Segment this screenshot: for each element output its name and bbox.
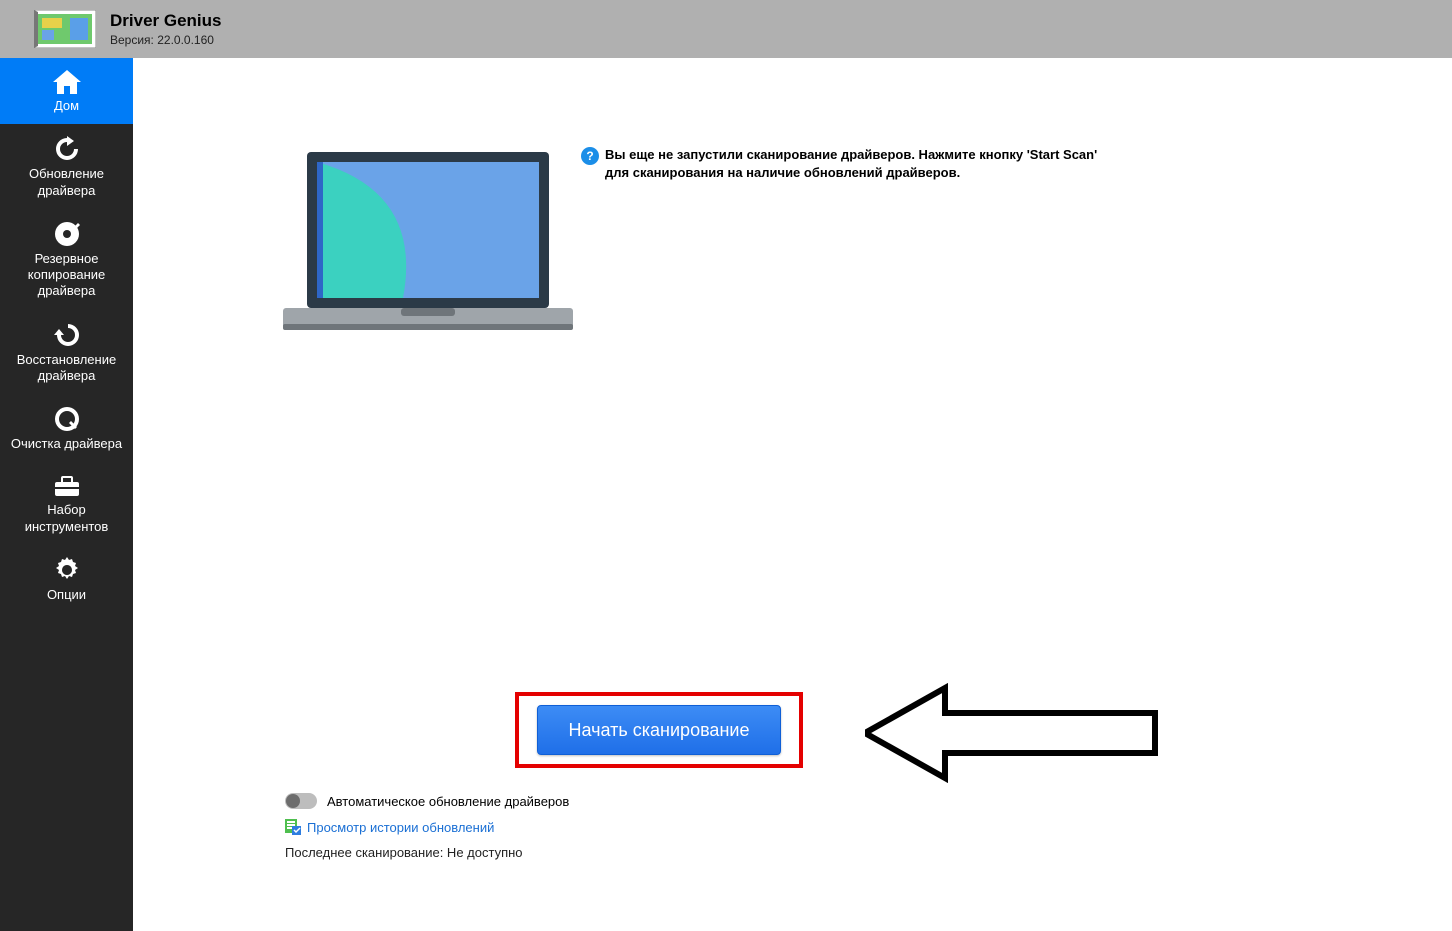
gear-icon (54, 557, 80, 583)
main-content: ? Вы еще не запустили сканирование драйв… (133, 58, 1452, 931)
sidebar-item-restore[interactable]: Восстановление драйвера (0, 310, 133, 395)
start-scan-button[interactable]: Начать сканирование (537, 705, 781, 755)
sidebar-item-options[interactable]: Опции (0, 545, 133, 613)
sidebar-item-label: Опции (4, 587, 129, 603)
toggle-knob (286, 794, 300, 808)
home-icon (53, 70, 81, 94)
sidebar-item-label: Набор инструментов (4, 502, 129, 535)
sidebar-item-home[interactable]: Дом (0, 58, 133, 124)
sidebar-item-backup[interactable]: Резервное копирование драйвера (0, 209, 133, 310)
history-row: Просмотр истории обновлений (285, 819, 569, 835)
history-list-icon (285, 819, 301, 835)
view-history-link[interactable]: Просмотр истории обновлений (307, 820, 494, 835)
bottom-block: Автоматическое обновление драйверов Прос… (285, 793, 569, 860)
auto-update-label: Автоматическое обновление драйверов (327, 794, 569, 809)
history-icon (54, 322, 80, 348)
app-title: Driver Genius (110, 11, 222, 31)
scan-button-highlight: Начать сканирование (515, 692, 803, 768)
help-icon: ? (581, 147, 599, 165)
sidebar-item-label: Резервное копирование драйвера (4, 251, 129, 300)
laptop-illustration-icon (283, 152, 573, 342)
sidebar-item-tools[interactable]: Набор инструментов (0, 462, 133, 545)
sidebar-item-label: Дом (4, 98, 129, 114)
annotation-arrow-icon (865, 683, 1165, 783)
toolbox-icon (53, 474, 81, 498)
titlebar-text: Driver Genius Версия: 22.0.0.160 (110, 11, 222, 47)
info-message: ? Вы еще не запустили сканирование драйв… (581, 146, 1101, 181)
sidebar-item-label: Очистка драйвера (4, 436, 129, 452)
auto-update-toggle[interactable] (285, 793, 317, 809)
info-text: Вы еще не запустили сканирование драйвер… (605, 146, 1101, 181)
sidebar-item-update[interactable]: Обновление драйвера (0, 124, 133, 209)
last-scan-label: Последнее сканирование: Не доступно (285, 845, 569, 860)
refresh-icon (54, 136, 80, 162)
sidebar: Дом Обновление драйвера Резервное копиро… (0, 58, 133, 931)
auto-update-row: Автоматическое обновление драйверов (285, 793, 569, 809)
app-version: Версия: 22.0.0.160 (110, 33, 222, 47)
app-logo-icon (34, 10, 96, 48)
disc-icon (54, 221, 80, 247)
sidebar-item-cleanup[interactable]: Очистка драйвера (0, 394, 133, 462)
cleanup-icon (54, 406, 80, 432)
titlebar: Driver Genius Версия: 22.0.0.160 (0, 0, 1452, 58)
sidebar-item-label: Обновление драйвера (4, 166, 129, 199)
sidebar-item-label: Восстановление драйвера (4, 352, 129, 385)
